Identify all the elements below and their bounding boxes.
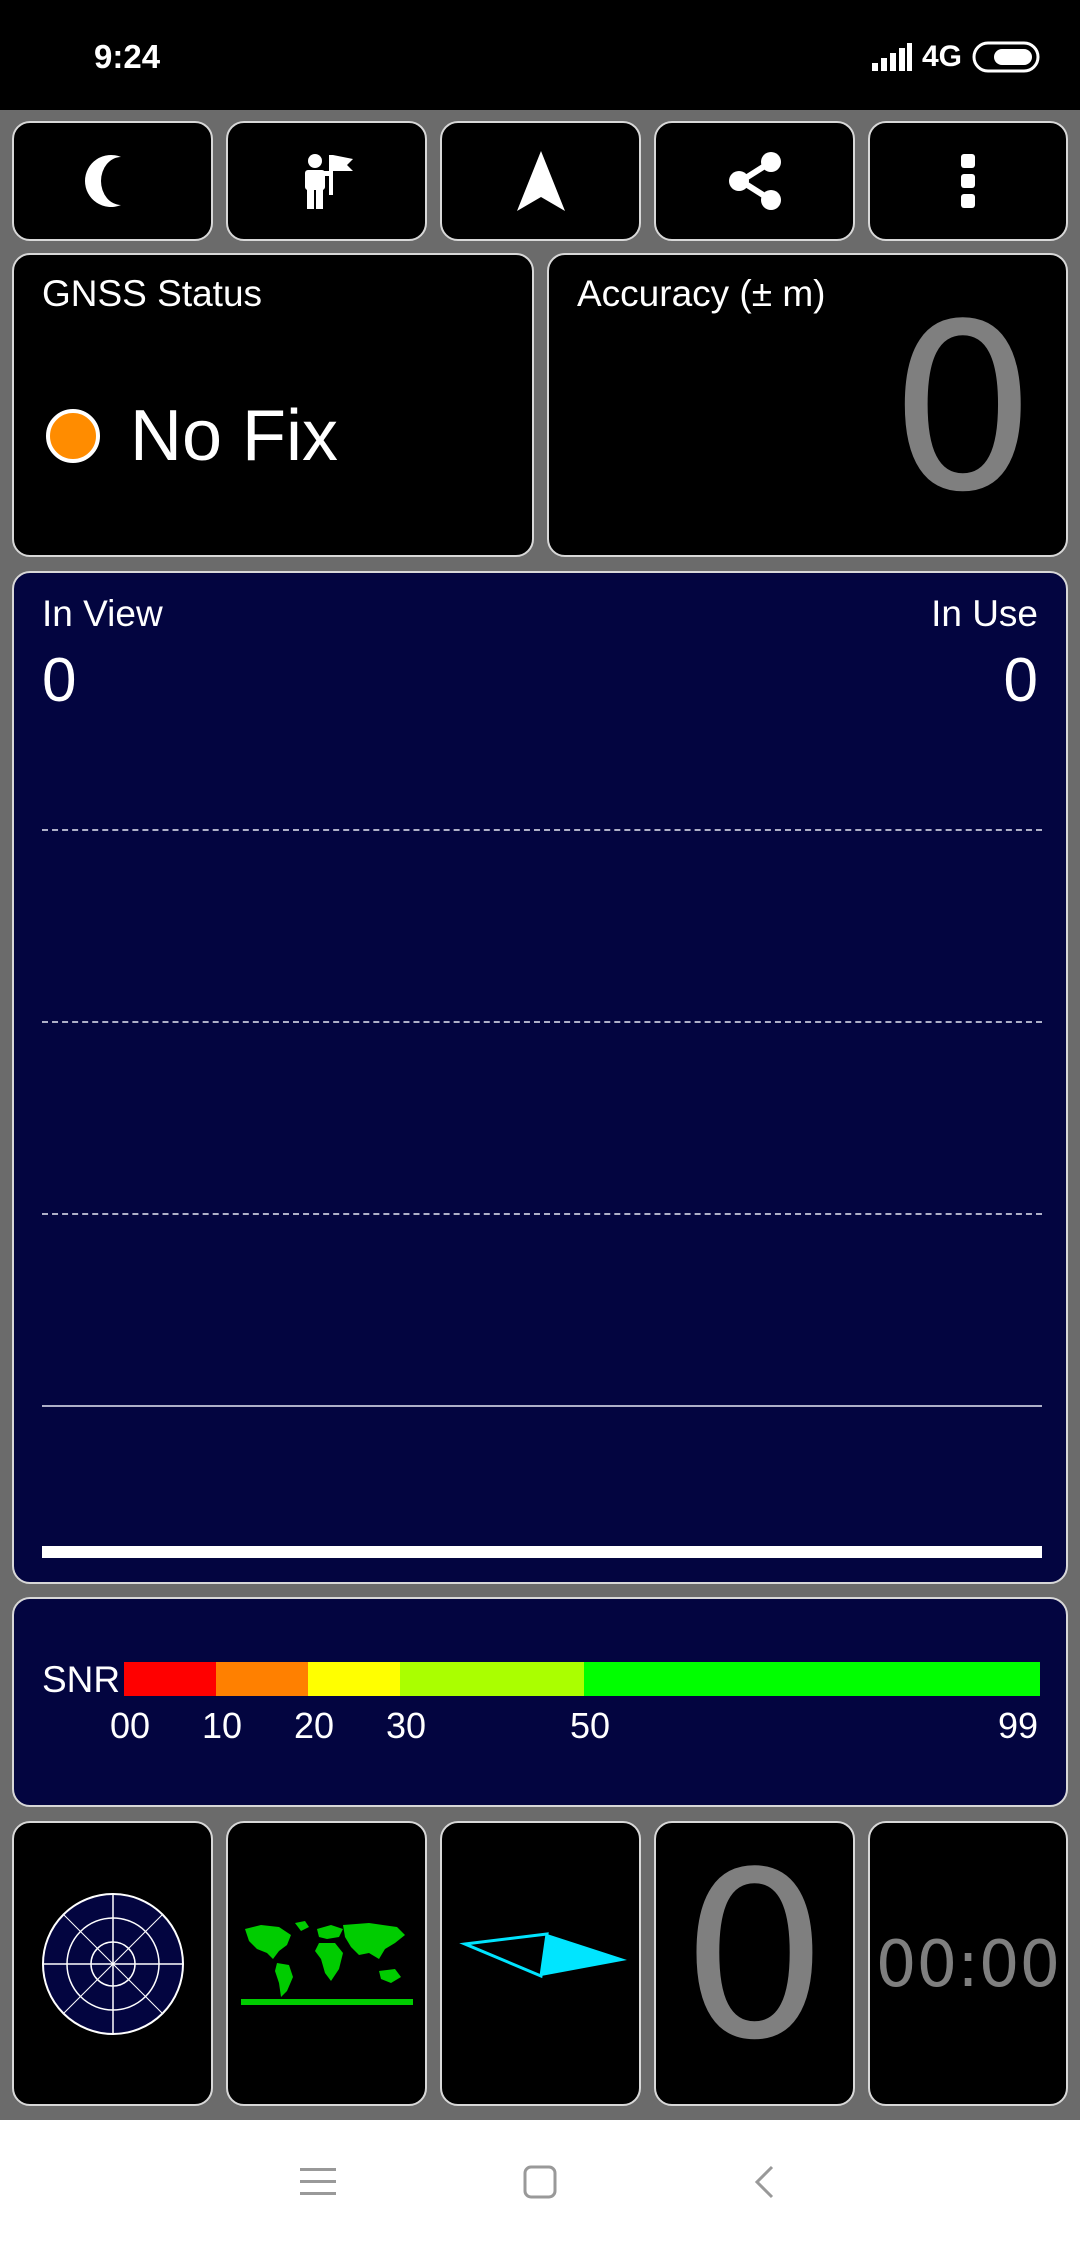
timer-value: 00:00 <box>875 1928 1061 2002</box>
status-indicators: 4G <box>871 40 1040 74</box>
snr-tick-label: 99 <box>997 1705 1038 1746</box>
world-map-tile[interactable] <box>226 1821 427 2106</box>
system-nav-bar <box>0 2120 1080 2248</box>
more-vert-icon <box>961 154 975 208</box>
accuracy-value: 0 <box>889 276 1036 543</box>
network-type: 4G <box>921 40 962 73</box>
speed-tile[interactable]: 0 <box>654 1821 855 2106</box>
snr-tick-label: 10 <box>202 1705 243 1746</box>
chart-gridline <box>42 1405 1042 1407</box>
accuracy-label: Accuracy (± m) <box>577 273 826 314</box>
in-view-label: In View <box>42 593 163 634</box>
timer-tile[interactable]: 00:00 <box>868 1821 1068 2106</box>
fix-status-text: No Fix <box>130 396 339 476</box>
more-options-button[interactable] <box>868 121 1068 241</box>
snr-tick-label: 50 <box>570 1705 611 1746</box>
world-map-icon <box>240 1920 413 2005</box>
sky-view-tile[interactable] <box>12 1821 213 2106</box>
snr-tick-label: 00 <box>110 1705 151 1746</box>
snr-segment <box>216 1662 308 1696</box>
back-chevron-icon[interactable] <box>752 2164 776 2200</box>
snr-legend-panel: SNR 00 10 20 30 50 99 <box>12 1597 1068 1807</box>
menu-icon[interactable] <box>300 2166 336 2198</box>
snr-segment <box>400 1662 584 1696</box>
in-use-label: In Use <box>931 593 1038 634</box>
navigation-button[interactable] <box>440 121 641 241</box>
share-icon <box>728 152 781 210</box>
snr-tick-label: 30 <box>386 1705 427 1746</box>
battery-icon <box>972 41 1040 73</box>
share-button[interactable] <box>654 121 855 241</box>
in-view-value: 0 <box>42 646 77 715</box>
waypoint-button[interactable] <box>226 121 427 241</box>
person-flag-icon <box>304 154 353 209</box>
sky-radar-icon <box>41 1892 184 2035</box>
gnss-status-label: GNSS Status <box>42 273 263 314</box>
speed-value: 0 <box>681 1824 828 2091</box>
satellite-signal-chart: In View 0 In Use 0 <box>12 571 1068 1584</box>
chart-gridline <box>42 1213 1042 1215</box>
night-mode-button[interactable] <box>12 121 213 241</box>
chart-gridline <box>42 1021 1042 1023</box>
snr-label: SNR <box>42 1659 121 1700</box>
accuracy-panel: Accuracy (± m) 0 <box>547 253 1068 557</box>
signal-bars-icon <box>871 43 912 71</box>
in-use-value: 0 <box>1003 646 1038 715</box>
status-time: 9:24 <box>94 38 161 75</box>
chart-gridline <box>42 829 1042 831</box>
compass-tile[interactable] <box>440 1821 641 2106</box>
home-square-icon[interactable] <box>522 2164 558 2200</box>
snr-segment <box>584 1662 1040 1696</box>
snr-color-scale <box>124 1662 1040 1696</box>
snr-segment <box>308 1662 400 1696</box>
status-bar: 9:24 4G <box>0 0 1080 110</box>
gnss-status-panel: GNSS Status No Fix <box>12 253 534 557</box>
moon-icon <box>84 155 121 207</box>
fix-status: No Fix <box>46 395 338 477</box>
fix-status-indicator <box>46 409 100 463</box>
snr-tick-label: 20 <box>294 1705 335 1746</box>
compass-needle-icon <box>458 1931 627 1978</box>
chart-baseline <box>42 1546 1042 1558</box>
snr-segment <box>124 1662 216 1696</box>
navigation-arrow-icon <box>516 151 565 211</box>
